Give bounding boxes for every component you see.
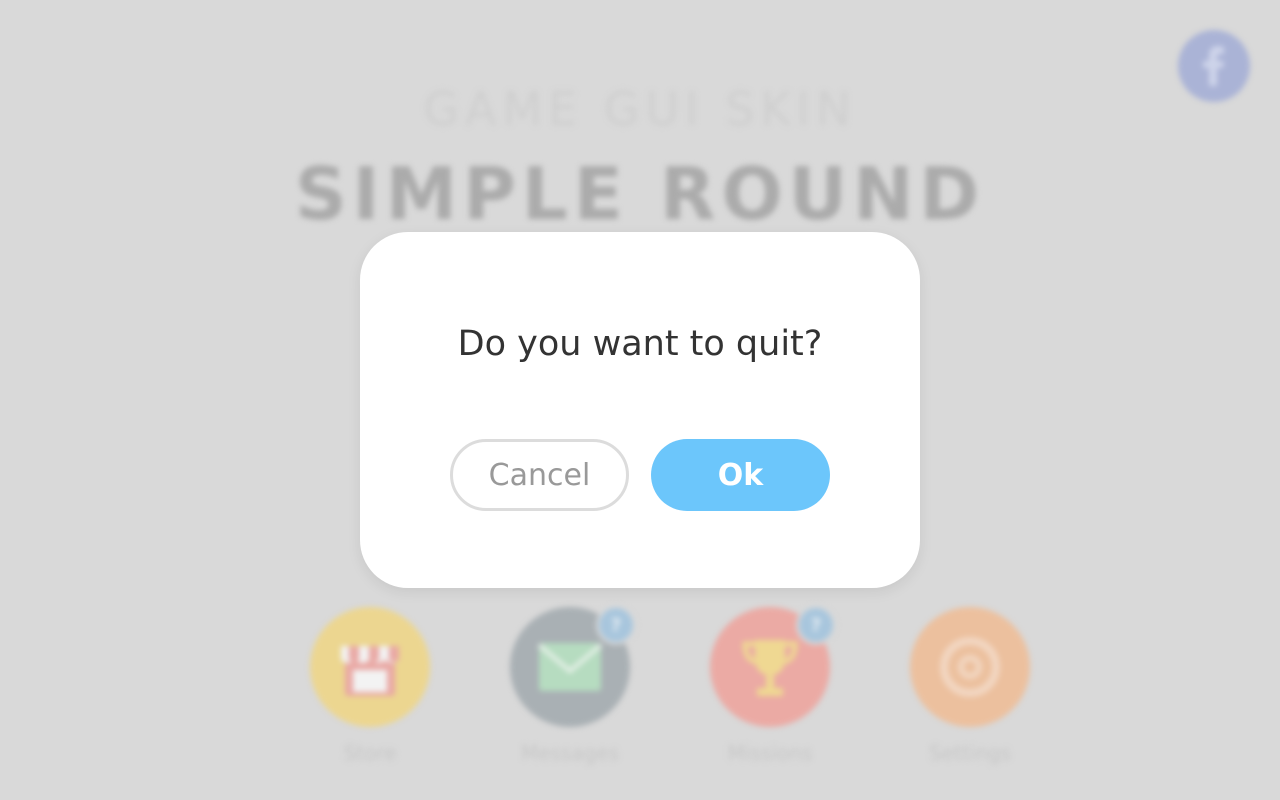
menu-label-store: Store	[343, 741, 397, 765]
menu-label-settings: Settings	[928, 741, 1012, 765]
menu-messages[interactable]: ? Messages	[510, 605, 636, 777]
missions-badge: ?	[796, 605, 836, 645]
facebook-icon	[1203, 46, 1224, 86]
gear-icon	[940, 637, 1000, 697]
store-icon	[341, 646, 399, 696]
dialog-question: Do you want to quit?	[457, 324, 823, 364]
game-title: SIMPLE ROUND	[294, 152, 986, 236]
menu-settings[interactable]: Settings	[910, 607, 1030, 777]
menu-label-missions: Missions	[727, 741, 813, 765]
menu-store[interactable]: Store	[310, 607, 430, 777]
messages-badge: ?	[596, 605, 636, 645]
settings-button[interactable]	[910, 607, 1030, 727]
subtitle: GAME GUI SKIN	[423, 82, 857, 136]
envelope-icon	[537, 643, 603, 691]
cancel-button[interactable]: Cancel	[450, 439, 629, 511]
facebook-button[interactable]	[1178, 30, 1250, 102]
game-screen: GAME GUI SKIN SIMPLE ROUND Store ? Messa…	[0, 0, 1280, 800]
quit-dialog: Do you want to quit? Cancel Ok	[360, 232, 920, 588]
store-button[interactable]	[310, 607, 430, 727]
ok-button[interactable]: Ok	[651, 439, 830, 511]
trophy-icon	[742, 640, 798, 696]
menu-missions[interactable]: ? Missions	[710, 605, 836, 777]
menu-label-messages: Messages	[520, 741, 620, 765]
